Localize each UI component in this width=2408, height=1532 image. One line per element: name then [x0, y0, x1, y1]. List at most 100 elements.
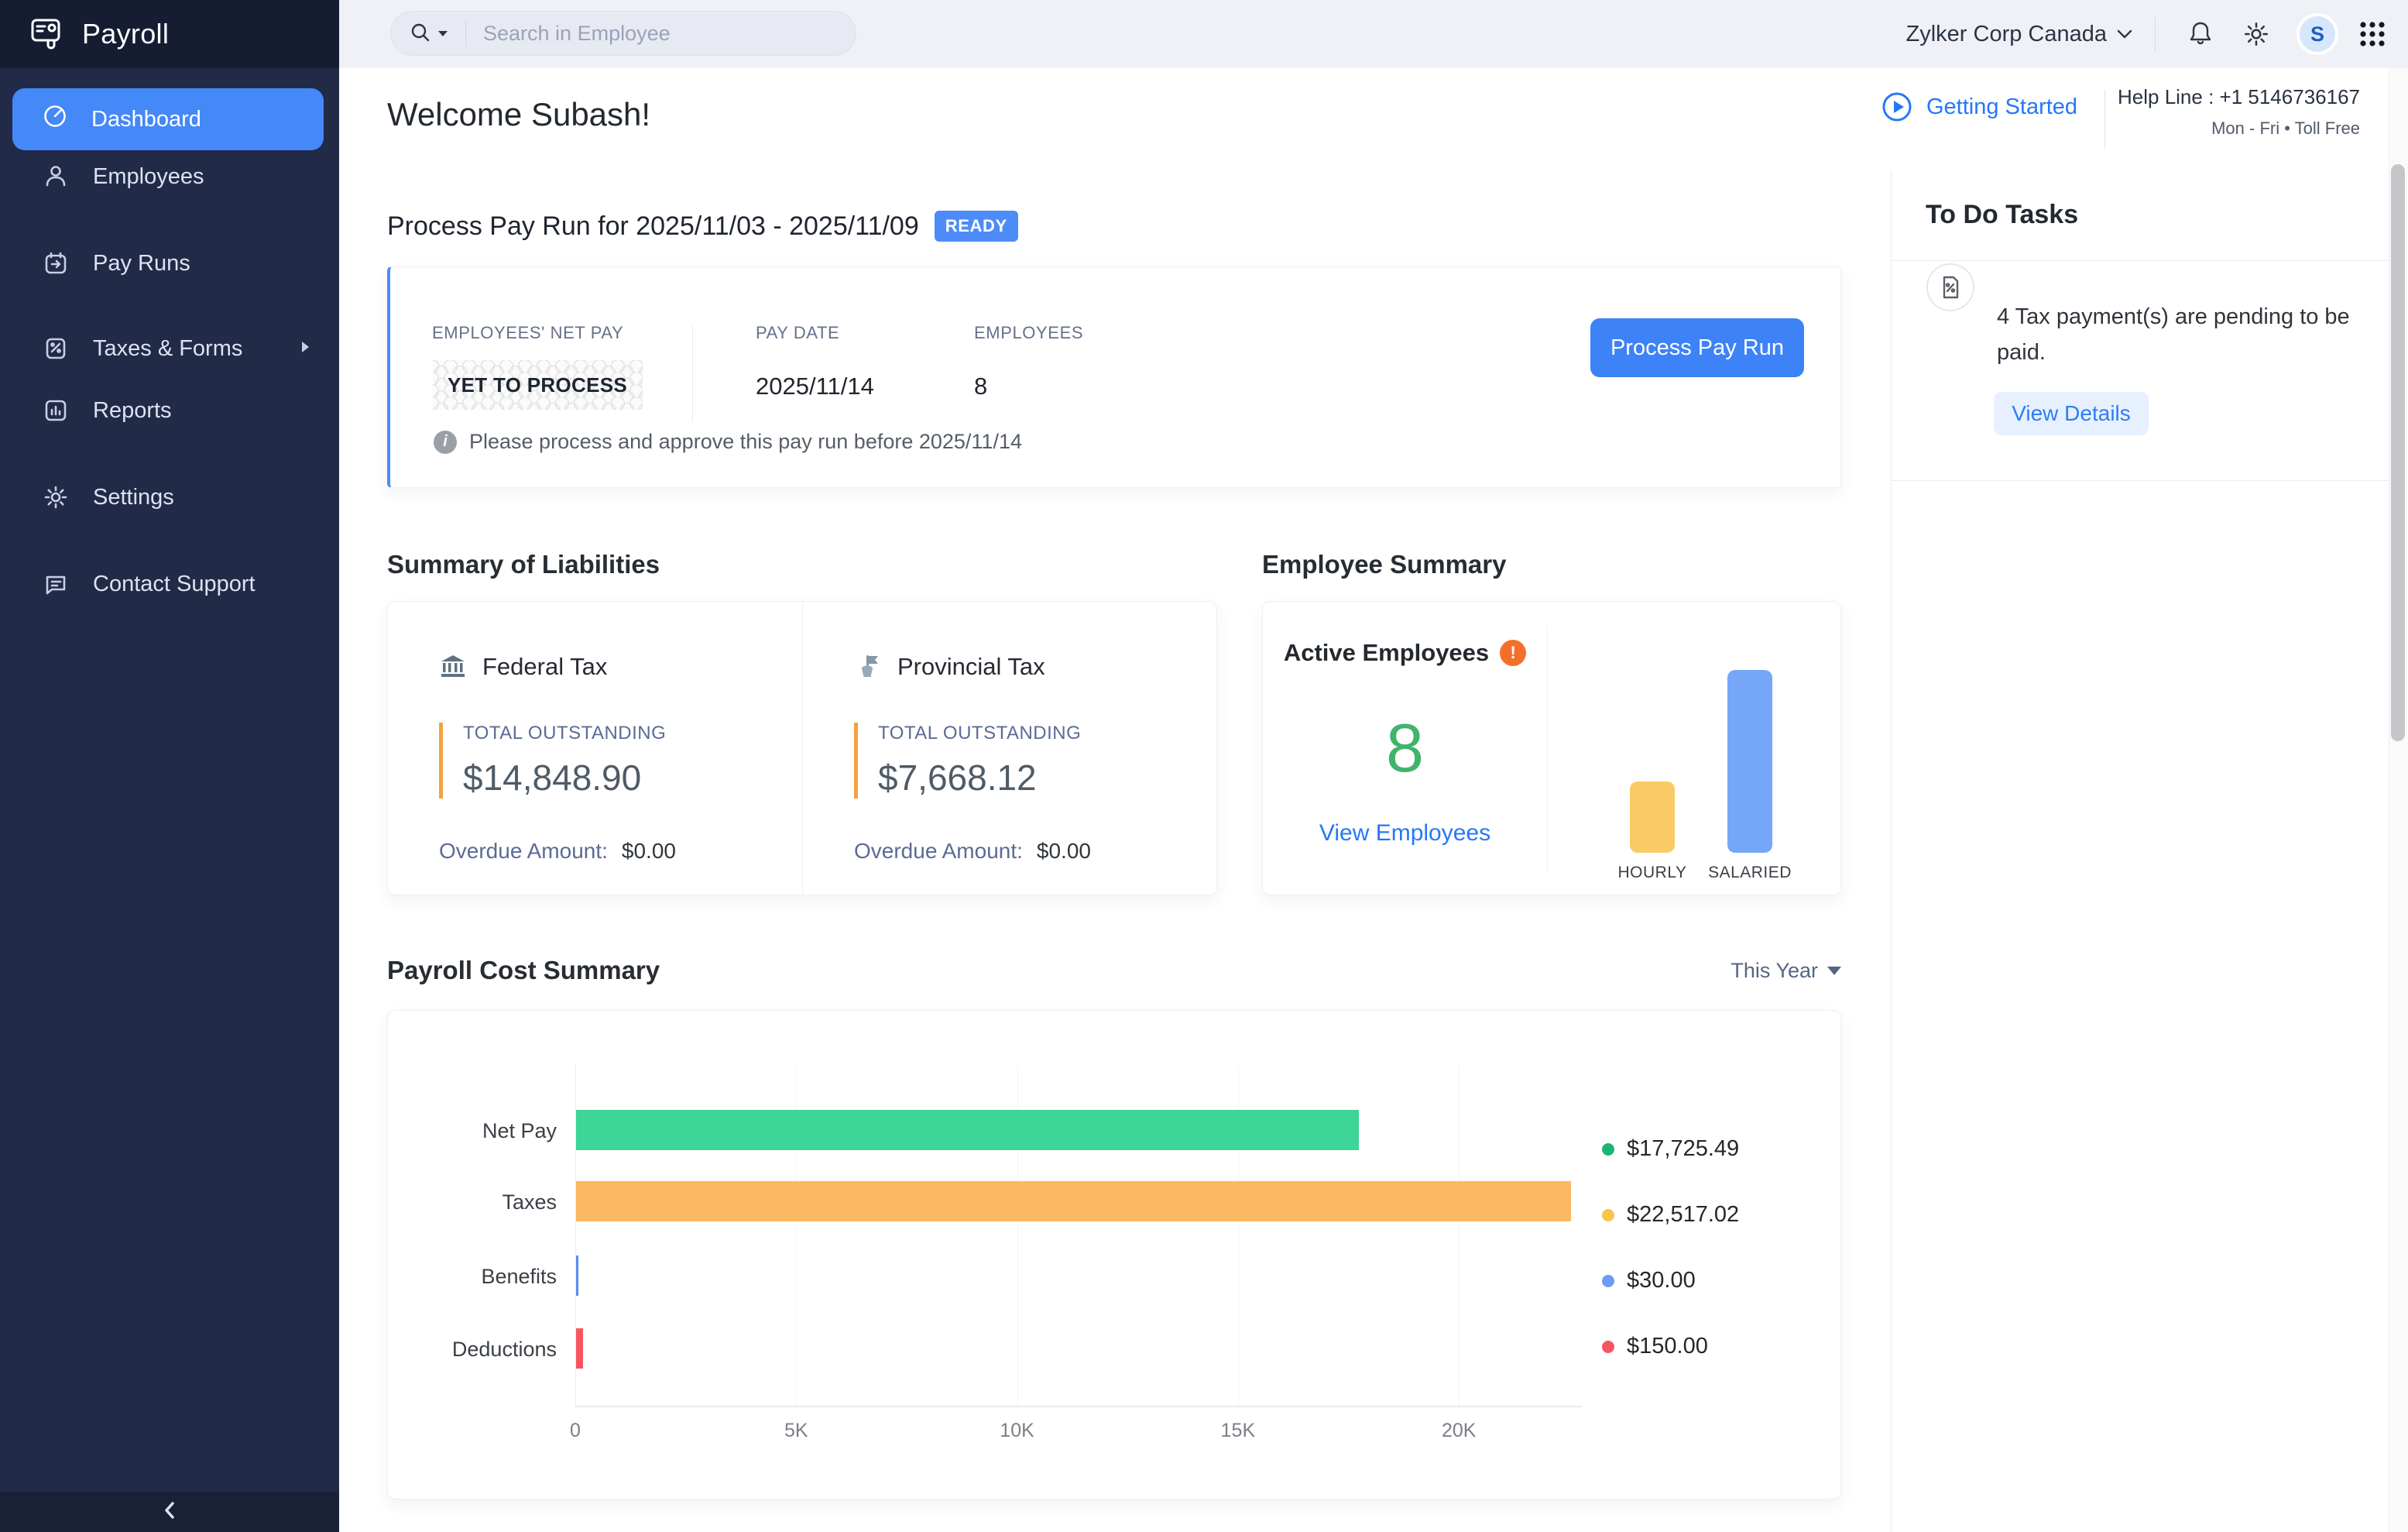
search-icon[interactable] [408, 21, 448, 46]
user-avatar[interactable]: S [2297, 13, 2338, 55]
legend-dot-icon [1602, 1341, 1614, 1353]
todo-panel: To Do Tasks 4 Tax payment(s) are pending… [1891, 170, 2389, 1532]
pay-date-label: PAY DATE [756, 323, 874, 343]
sidebar-item-label: Settings [93, 485, 174, 510]
legend-item: $22,517.02 [1602, 1202, 1739, 1228]
chart-bar-benefits [576, 1255, 578, 1296]
caret-down-icon [1827, 967, 1841, 975]
employees-icon [42, 163, 70, 191]
legend-dot-icon [1602, 1143, 1614, 1156]
panel-divider [1892, 480, 2389, 481]
card-column-divider [692, 326, 693, 422]
net-pay-value-redacted: YET TO PROCESS [432, 360, 643, 410]
getting-started-link[interactable]: Getting Started [1881, 91, 2077, 122]
view-details-button[interactable]: View Details [1994, 392, 2149, 435]
flag-icon [854, 653, 882, 681]
overdue-label: Overdue Amount: [439, 839, 608, 863]
employee-bar-hourly [1630, 781, 1675, 853]
legend-value: $22,517.02 [1627, 1202, 1739, 1228]
panel-divider [1892, 260, 2389, 261]
todo-task-text: 4 Tax payment(s) are pending to be paid. [1997, 299, 2353, 370]
total-outstanding-value: $14,848.90 [463, 757, 802, 799]
sidebar-collapse-button[interactable] [0, 1492, 339, 1532]
pay-run-note: i Please process and approve this pay ru… [434, 430, 1022, 454]
view-employees-link[interactable]: View Employees [1263, 820, 1547, 847]
chevron-down-icon [2116, 29, 2133, 40]
liabilities-card: Federal Tax TOTAL OUTSTANDING $14,848.90… [387, 601, 1217, 895]
overdue-value: $0.00 [622, 839, 676, 863]
pay-date-value: 2025/11/14 [756, 373, 874, 400]
apps-grid-icon[interactable] [2349, 11, 2396, 57]
chart-category-label: Benefits [388, 1265, 557, 1289]
sidebar-item-label: Contact Support [93, 572, 256, 597]
tax-document-icon [1926, 263, 1974, 311]
sidebar-item-contact-support[interactable]: Contact Support [0, 562, 339, 606]
active-employees-count: 8 [1263, 709, 1547, 788]
bar-chart-plot [575, 1065, 1582, 1407]
liabilities-title: Summary of Liabilities [387, 550, 660, 579]
warning-icon[interactable]: ! [1500, 640, 1526, 666]
help-line: Help Line : +1 5146736167 Mon - Fri • To… [2118, 85, 2360, 139]
chart-bar-deductions [576, 1328, 583, 1369]
legend-dot-icon [1602, 1209, 1614, 1221]
sidebar-item-employees[interactable]: Employees [0, 155, 339, 198]
page-header: Welcome Subash! Getting Started Help Lin… [339, 68, 2408, 170]
todo-task-line2: paid. [1997, 335, 2353, 370]
employee-bar-label: HOURLY [1598, 864, 1707, 882]
notifications-bell-icon[interactable] [2177, 11, 2224, 57]
card-column-divider [1547, 625, 1548, 873]
total-outstanding-block: TOTAL OUTSTANDING $14,848.90 [439, 723, 802, 799]
sidebar-item-dashboard[interactable]: Dashboard [12, 88, 324, 150]
sidebar-item-reports[interactable]: Reports [0, 389, 339, 432]
help-line-hours: Mon - Fri • Toll Free [2118, 119, 2360, 139]
settings-gear-icon[interactable] [2233, 11, 2279, 57]
active-employees-block: Active Employees ! 8 View Employees [1263, 602, 1547, 895]
chart-gridline [1459, 1065, 1460, 1406]
org-switcher[interactable]: Zylker Corp Canada [1906, 22, 2134, 47]
chart-xtick-label: 10K [1000, 1420, 1034, 1442]
sidebar-item-label: Employees [93, 164, 204, 190]
federal-tax-column: Federal Tax TOTAL OUTSTANDING $14,848.90… [388, 602, 802, 895]
chart-xtick-label: 15K [1221, 1420, 1255, 1442]
scrollbar-thumb[interactable] [2391, 164, 2405, 741]
total-outstanding-label: TOTAL OUTSTANDING [463, 723, 802, 744]
todo-title: To Do Tasks [1926, 200, 2078, 230]
search-input[interactable] [483, 22, 839, 46]
process-pay-run-button[interactable]: Process Pay Run [1590, 318, 1804, 377]
help-line-number: Help Line : +1 5146736167 [2118, 85, 2360, 109]
chevron-right-icon [299, 336, 311, 362]
app-logo: Payroll [0, 0, 339, 68]
sidebar: Payroll Dashboard Employees Pay Runs Tax [0, 0, 339, 1532]
legend-value: $150.00 [1627, 1334, 1708, 1359]
org-name: Zylker Corp Canada [1906, 22, 2108, 47]
payroll-dashboard-page: Payroll Dashboard Employees Pay Runs Tax [0, 0, 2408, 1532]
welcome-title: Welcome Subash! [387, 96, 650, 133]
sidebar-item-settings[interactable]: Settings [0, 476, 339, 519]
legend-item: $30.00 [1602, 1268, 1696, 1293]
dashboard-icon [42, 103, 68, 136]
chart-category-label: Net Pay [388, 1119, 557, 1143]
chat-icon [42, 570, 70, 598]
employees-count: 8 [974, 373, 1083, 400]
legend-item: $150.00 [1602, 1334, 1708, 1359]
employee-summary-card: Active Employees ! 8 View Employees HOUR… [1262, 601, 1841, 895]
search-scope-caret-icon [437, 29, 448, 37]
range-label: This Year [1731, 959, 1818, 983]
legend-dot-icon [1602, 1275, 1614, 1287]
pay-runs-icon [42, 249, 70, 277]
global-search[interactable] [390, 11, 856, 56]
settings-gear-icon [42, 483, 70, 511]
overdue-value: $0.00 [1037, 839, 1091, 863]
sidebar-item-pay-runs[interactable]: Pay Runs [0, 242, 339, 285]
liability-name: Federal Tax [482, 653, 607, 681]
range-dropdown[interactable]: This Year [1731, 959, 1841, 983]
payroll-cost-chart-card: 05K10K15K20KNet Pay$17,725.49Taxes$22,51… [387, 1010, 1841, 1499]
provincial-tax-column: Provincial Tax TOTAL OUTSTANDING $7,668.… [802, 602, 1216, 895]
sidebar-item-taxes-forms[interactable]: Taxes & Forms [0, 327, 339, 370]
chart-bar-taxes [576, 1181, 1571, 1221]
info-icon: i [434, 431, 457, 454]
employees-column: EMPLOYEES 8 [974, 323, 1083, 400]
net-pay-label: EMPLOYEES' NET PAY [432, 323, 643, 343]
app-title: Payroll [82, 18, 169, 50]
chart-xtick-label: 0 [570, 1420, 581, 1442]
